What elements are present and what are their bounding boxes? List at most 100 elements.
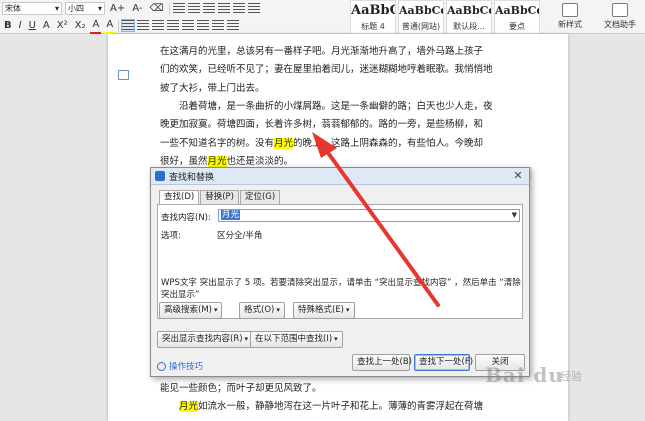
- new-style-button[interactable]: 新样式: [549, 0, 591, 34]
- chevron-down-icon[interactable]: ▾: [55, 3, 59, 14]
- style-preview: AaBbCcDd: [447, 4, 491, 17]
- style-keypoint[interactable]: AaBbCcDd 要点: [494, 0, 540, 34]
- find-replace-dialog: 查找和替换 ✕ 查找(D) 替换(P) 定位(G) 查找内容(N): 月光 ▼ …: [150, 167, 530, 377]
- grow-font-button[interactable]: A+: [108, 2, 127, 16]
- style-default[interactable]: AaBbCcDd 默认段...: [446, 0, 492, 34]
- tab-replace[interactable]: 替换(P): [200, 190, 239, 204]
- chevron-down-icon: ▾: [244, 335, 249, 343]
- divider: [168, 2, 170, 15]
- find-input[interactable]: 月光 ▼: [218, 209, 520, 222]
- chevron-down-icon: ▾: [346, 306, 350, 314]
- highlight-find-button[interactable]: 突出显示查找内容(R) ▾: [157, 331, 254, 348]
- align-center-icon[interactable]: [137, 20, 150, 31]
- watermark-sub: 经验: [560, 370, 582, 383]
- clear-format-button[interactable]: ⌫: [147, 2, 165, 16]
- italic-button[interactable]: I: [17, 19, 24, 33]
- doc-assistant-button[interactable]: 文档助手: [599, 0, 641, 34]
- bold-button[interactable]: B: [2, 19, 14, 33]
- text-run: 沿着荷塘，是一条曲折的小煤屑路。这是一条幽僻的路；白天也少人走，夜: [160, 100, 493, 112]
- list-number-icon[interactable]: [187, 3, 200, 14]
- document-line: 一些不知道名字的树。没有月光的晚上，这路上阴森森的，有些怕人。今晚却: [160, 135, 500, 153]
- wps-app-icon: [155, 171, 165, 181]
- tab-find[interactable]: 查找(D): [159, 190, 200, 205]
- format-button[interactable]: 格式(O) ▾: [239, 302, 285, 319]
- style-heading4[interactable]: AaBbC 标题 4: [350, 0, 396, 34]
- style-name: 默认段...: [453, 22, 485, 31]
- line-spacing-icon[interactable]: [197, 20, 210, 31]
- align-right-icon[interactable]: [152, 20, 165, 31]
- text-run: 很好，虽然: [160, 155, 208, 167]
- tips-label: 操作技巧: [169, 362, 204, 372]
- indent-decrease-icon[interactable]: [202, 3, 215, 14]
- format-label: 格式(O): [244, 305, 275, 315]
- tips-link[interactable]: 操作技巧: [157, 360, 203, 372]
- chevron-down-icon[interactable]: ▾: [98, 3, 102, 14]
- chevron-down-icon[interactable]: ▼: [512, 210, 517, 221]
- tips-icon: [157, 361, 166, 371]
- find-next-button[interactable]: 查找下一处(F): [414, 354, 473, 371]
- text-run: 晚更加寂寞。荷塘四面，长着许多树，蓊蓊郁郁的。路的一旁，是些杨柳，和: [160, 119, 484, 131]
- tab-goto[interactable]: 定位(G): [239, 190, 281, 204]
- special-format-label: 特殊格式(E): [298, 305, 345, 315]
- shrink-font-button[interactable]: A-: [130, 2, 144, 16]
- strikethrough-button[interactable]: A: [41, 19, 52, 33]
- options-label: 选项:: [161, 231, 181, 241]
- advanced-search-label: 高级搜索(M): [164, 305, 212, 315]
- doc-assistant-label: 文档助手: [604, 20, 636, 29]
- indent-increase-icon[interactable]: [217, 3, 230, 14]
- underline-button[interactable]: U: [27, 19, 38, 33]
- show-marks-icon[interactable]: [247, 3, 260, 14]
- dialog-titlebar[interactable]: 查找和替换: [151, 168, 529, 185]
- doc-assistant-icon: [612, 3, 628, 17]
- divider: [118, 19, 120, 32]
- advanced-search-button[interactable]: 高级搜索(M) ▾: [159, 302, 223, 319]
- find-previous-button[interactable]: 查找上一处(B): [352, 354, 412, 371]
- find-in-label: 在以下范围中查找(I): [255, 334, 333, 344]
- document-line: 能见一些颜色；而叶子却更见风致了。: [160, 380, 500, 398]
- ribbon-row-font: 宋体 ▾ 小四 ▾ A+ A- ⌫: [0, 0, 260, 17]
- text-run: 一些不知道名字的树。没有: [160, 137, 275, 149]
- paragraph-layout-icon[interactable]: [118, 70, 129, 80]
- align-distributed-icon[interactable]: [182, 20, 195, 31]
- highlighted-match: 月光: [274, 137, 294, 149]
- result-message: WPS文字 突出显示了 5 项。若要清除突出显示，请单击 “突出显示查找内容” …: [161, 278, 521, 300]
- style-name: 要点: [509, 22, 525, 31]
- text-run: 也还是淡淡的。: [226, 155, 294, 167]
- list-bullet-icon[interactable]: [172, 3, 185, 14]
- highlight-find-label: 突出显示查找内容(R): [162, 334, 243, 344]
- style-preview: AaBbCcDd: [495, 4, 539, 17]
- document-line: 晚更加寂寞。荷塘四面，长着许多树，蓊蓊郁郁的。路的一旁，是些杨柳，和: [160, 116, 500, 134]
- highlight-color-button[interactable]: A: [104, 18, 116, 34]
- sort-icon[interactable]: [232, 3, 245, 14]
- font-name-value: 宋体: [5, 4, 21, 13]
- special-format-button[interactable]: 特殊格式(E) ▾: [293, 302, 355, 319]
- document-line: 披了大衫，带上门出去。: [160, 80, 500, 98]
- highlighted-match: 月光: [179, 401, 199, 413]
- font-color-button[interactable]: A: [90, 18, 102, 34]
- options-value: 区分全/半角: [217, 231, 263, 241]
- text-run: 的晚上，这路上阴森森的，有些怕人。今晚却: [293, 137, 484, 149]
- font-size-select[interactable]: 小四 ▾: [65, 2, 105, 15]
- style-name: 普通(网站): [401, 22, 441, 31]
- find-label: 查找内容(N):: [161, 213, 211, 223]
- document-line: 月光如流水一般，静静地泻在这一片叶子和花上。薄薄的青雾浮起在荷塘: [160, 398, 500, 416]
- chevron-down-icon: ▾: [213, 306, 218, 314]
- find-in-button[interactable]: 在以下范围中查找(I) ▾: [250, 331, 343, 348]
- new-style-label: 新样式: [558, 20, 582, 29]
- font-name-select[interactable]: 宋体 ▾: [2, 2, 62, 15]
- style-gallery: AaBbC 标题 4 AaBbCcDd 普通(网站) AaBbCcDd 默认段.…: [350, 0, 542, 34]
- close-icon[interactable]: ✕: [511, 169, 525, 183]
- style-normal-web[interactable]: AaBbCcDd 普通(网站): [398, 0, 444, 34]
- align-left-icon[interactable]: [121, 19, 136, 32]
- document-line: 们的欢笑，已经听不见了；妻在屋里拍着闰儿，迷迷糊糊地哼着眠歌。我悄悄地: [160, 61, 500, 79]
- chevron-down-icon: ▾: [276, 306, 280, 314]
- text-run: 如流水一般，静静地泻在这一片叶子和花上。薄薄的青雾浮起在荷塘: [198, 401, 484, 413]
- border-icon[interactable]: [227, 20, 240, 31]
- align-justify-icon[interactable]: [167, 20, 180, 31]
- shading-icon[interactable]: [212, 20, 225, 31]
- superscript-button[interactable]: X²: [55, 19, 70, 33]
- highlighted-match: 月光: [207, 155, 227, 167]
- watermark-logo: Bai du: [485, 363, 564, 387]
- text-run: 能见一些颜色；而叶子却更见风致了。: [160, 383, 322, 394]
- subscript-button[interactable]: X₂: [73, 19, 88, 33]
